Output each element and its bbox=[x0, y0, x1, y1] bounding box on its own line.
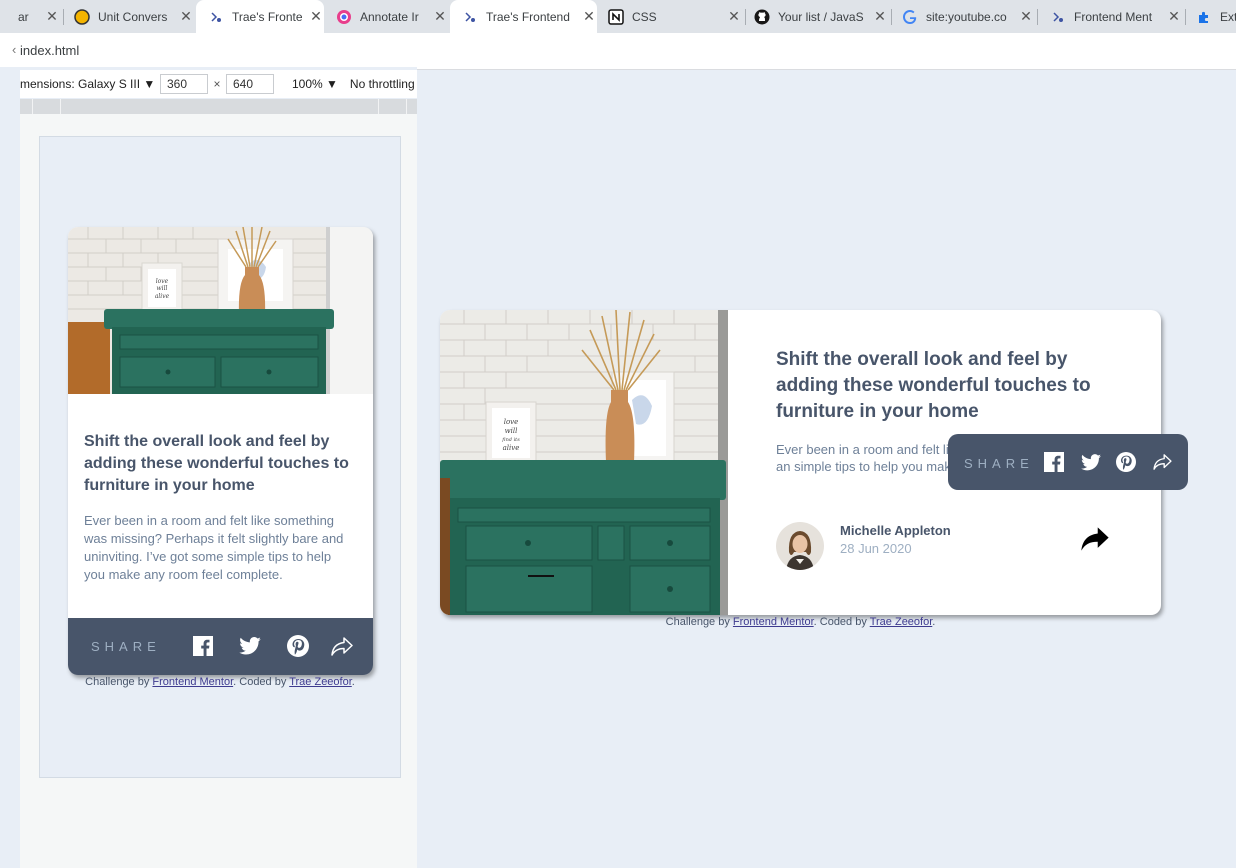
author-name: Michelle Appleton bbox=[840, 523, 951, 538]
address-bar[interactable]: ‹ index.html bbox=[0, 33, 417, 67]
attribution-prefix: Challenge by bbox=[85, 676, 153, 688]
google-icon bbox=[902, 9, 918, 25]
twitter-icon[interactable] bbox=[238, 635, 262, 657]
share-bar: SHARE bbox=[68, 618, 373, 675]
close-icon[interactable]: ✕ bbox=[1018, 8, 1034, 25]
svg-text:alive: alive bbox=[503, 444, 520, 452]
zoom-select[interactable]: 100% ▼ bbox=[292, 77, 338, 91]
tab-title: CSS bbox=[632, 9, 657, 24]
tab-divider bbox=[1037, 9, 1038, 25]
tab-4[interactable]: Trae's Frontend ✕ bbox=[450, 0, 597, 33]
article-title: Shift the overall look and feel by addin… bbox=[84, 433, 349, 494]
close-icon[interactable]: ✕ bbox=[432, 8, 448, 25]
tab-title: Unit Convers bbox=[98, 9, 168, 24]
attribution-middle: . Coded by bbox=[813, 616, 870, 628]
post-date: 28 Jun 2020 bbox=[840, 541, 912, 556]
device-dimensions-label: mensions: Galaxy S III bbox=[20, 77, 141, 91]
mobile-article-card: love will alive Shift the overall look a… bbox=[68, 227, 373, 675]
width-input[interactable]: 360 bbox=[160, 74, 208, 94]
tab-title: ar bbox=[18, 9, 29, 24]
mobile-attribution: Challenge by Frontend Mentor. Coded by T… bbox=[39, 676, 401, 688]
attribution-suffix: . bbox=[932, 616, 936, 628]
attribution-middle: . Coded by bbox=[233, 676, 290, 688]
frontend-mentor-link[interactable]: Frontend Mentor bbox=[733, 616, 814, 628]
frontend-mentor-link[interactable]: Frontend Mentor bbox=[152, 676, 233, 688]
close-icon[interactable]: ✕ bbox=[872, 8, 888, 25]
share-arrow-icon[interactable] bbox=[330, 635, 354, 657]
url-text: index.html bbox=[20, 42, 80, 58]
svg-text:will: will bbox=[157, 285, 168, 292]
tab-title: Trae's Frontend bbox=[486, 9, 570, 24]
unit-converter-icon bbox=[74, 8, 90, 25]
github-icon bbox=[754, 9, 770, 25]
facebook-icon[interactable] bbox=[1044, 452, 1064, 472]
svg-text:find its: find its bbox=[501, 437, 520, 443]
device-dimensions-select[interactable]: mensions: Galaxy S III ▼ bbox=[20, 77, 160, 91]
tab-title: site:youtube.co bbox=[926, 9, 1007, 24]
throttling-select[interactable]: No throttling bbox=[350, 77, 415, 91]
share-button[interactable] bbox=[1080, 526, 1112, 558]
tab-divider bbox=[63, 9, 64, 25]
frontend-mentor-icon bbox=[1050, 9, 1066, 25]
tab-title: Ext bbox=[1220, 9, 1236, 24]
tab-title: Your list / JavaS bbox=[778, 9, 864, 24]
close-icon[interactable]: ✕ bbox=[308, 8, 324, 25]
svg-text:alive: alive bbox=[155, 293, 170, 300]
author-link[interactable]: Trae Zeeofor bbox=[289, 676, 352, 688]
close-icon[interactable]: ✕ bbox=[178, 8, 194, 25]
avatar bbox=[776, 522, 824, 570]
annotate-icon bbox=[336, 9, 352, 25]
close-icon[interactable]: ✕ bbox=[581, 8, 597, 25]
page-header-bar bbox=[417, 33, 1236, 70]
tab-0[interactable]: ar ✕ bbox=[0, 0, 60, 33]
height-input[interactable]: 640 bbox=[226, 74, 274, 94]
pinterest-icon[interactable] bbox=[286, 634, 310, 658]
article-description: Ever been in a room and felt like someth… bbox=[84, 513, 344, 582]
notion-icon bbox=[608, 8, 624, 25]
device-toolbar: mensions: Galaxy S III ▼ 360 × 640 100% … bbox=[20, 70, 417, 98]
pinterest-icon[interactable] bbox=[1116, 452, 1136, 472]
facebook-icon[interactable] bbox=[192, 635, 214, 657]
tab-divider bbox=[891, 9, 892, 25]
share-arrow-icon[interactable] bbox=[1152, 453, 1172, 471]
frontend-mentor-icon bbox=[208, 9, 224, 25]
furniture-image: love will find its alive bbox=[440, 310, 728, 615]
tab-title: Annotate Ir bbox=[360, 9, 419, 24]
browser-tab-strip: ar ✕ Unit Convers ✕ Trae's Fronte ✕ Anno… bbox=[0, 0, 1236, 33]
tab-divider bbox=[745, 9, 746, 25]
tab-7[interactable]: site:youtube.co ✕ bbox=[898, 0, 1034, 33]
media-query-ruler[interactable] bbox=[20, 99, 417, 114]
tab-3[interactable]: Annotate Ir ✕ bbox=[330, 0, 448, 33]
tab-divider bbox=[1185, 9, 1186, 25]
tab-2[interactable]: Trae's Fronte ✕ bbox=[196, 0, 324, 33]
zoom-label: 100% bbox=[292, 77, 323, 91]
frontend-mentor-icon bbox=[462, 9, 478, 25]
puzzle-icon bbox=[1196, 9, 1212, 25]
chevron-left-icon[interactable]: ‹ bbox=[12, 42, 16, 57]
share-popup: SHARE bbox=[948, 434, 1188, 490]
close-icon[interactable]: ✕ bbox=[1166, 8, 1182, 25]
share-label: SHARE bbox=[964, 456, 1034, 471]
tab-5[interactable]: CSS ✕ bbox=[600, 0, 742, 33]
svg-text:will: will bbox=[505, 427, 518, 435]
twitter-icon[interactable] bbox=[1080, 453, 1102, 471]
svg-text:love: love bbox=[156, 278, 169, 285]
desktop-attribution: Challenge by Frontend Mentor. Coded by T… bbox=[440, 616, 1161, 628]
attribution-suffix: . bbox=[351, 676, 355, 688]
tab-8[interactable]: Frontend Ment ✕ bbox=[1044, 0, 1182, 33]
close-icon[interactable]: ✕ bbox=[44, 8, 60, 25]
author-link[interactable]: Trae Zeeofor bbox=[870, 616, 933, 628]
article-title: Shift the overall look and feel by addin… bbox=[776, 349, 1091, 422]
tab-title: Trae's Fronte bbox=[232, 9, 302, 24]
tab-1[interactable]: Unit Convers ✕ bbox=[70, 0, 194, 33]
tab-9[interactable]: Ext bbox=[1192, 0, 1236, 33]
tab-6[interactable]: Your list / JavaS ✕ bbox=[750, 0, 888, 33]
times-symbol: × bbox=[213, 77, 221, 91]
share-label: SHARE bbox=[91, 639, 161, 654]
furniture-image: love will alive bbox=[68, 227, 373, 394]
svg-text:love: love bbox=[504, 418, 519, 426]
tab-title: Frontend Ment bbox=[1074, 9, 1153, 24]
close-icon[interactable]: ✕ bbox=[726, 8, 742, 25]
attribution-prefix: Challenge by bbox=[665, 616, 733, 628]
